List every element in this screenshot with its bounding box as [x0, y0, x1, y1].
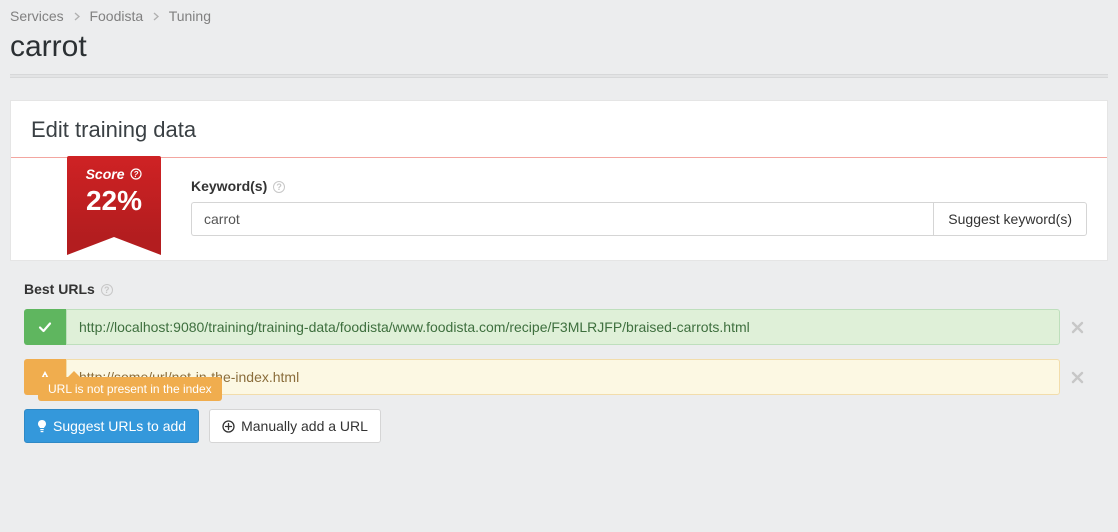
- button-label: Suggest URLs to add: [53, 418, 186, 434]
- breadcrumb-item-services[interactable]: Services: [10, 8, 64, 24]
- help-icon[interactable]: ?: [101, 284, 113, 296]
- score-ribbon: Score ? 22%: [67, 156, 161, 237]
- remove-url-button[interactable]: [1060, 309, 1094, 345]
- chevron-right-icon: [153, 12, 159, 21]
- chevron-right-icon: [74, 12, 80, 21]
- label-text: Keyword(s): [191, 178, 267, 194]
- help-icon[interactable]: ?: [273, 181, 285, 193]
- divider: [10, 74, 1108, 78]
- panel-edit-training-data: Edit training data Score ? 22% Keyword(s…: [10, 100, 1108, 261]
- suggest-keywords-button[interactable]: Suggest keyword(s): [933, 202, 1087, 236]
- score-value: 22%: [67, 186, 161, 217]
- status-ok-badge: [24, 309, 66, 345]
- panel-title: Edit training data: [11, 101, 1107, 158]
- help-icon[interactable]: ?: [130, 168, 142, 180]
- breadcrumb-item-foodista[interactable]: Foodista: [89, 8, 143, 24]
- url-row: [24, 309, 1094, 345]
- warning-tooltip: URL is not present in the index: [38, 377, 222, 401]
- button-label: Manually add a URL: [241, 418, 368, 434]
- lightbulb-icon: [37, 419, 47, 433]
- manually-add-url-button[interactable]: Manually add a URL: [209, 409, 381, 443]
- check-icon: [37, 319, 53, 335]
- keywords-label: Keyword(s) ?: [191, 178, 1087, 194]
- suggest-urls-button[interactable]: Suggest URLs to add: [24, 409, 199, 443]
- breadcrumb: Services Foodista Tuning: [10, 8, 1108, 30]
- url-input[interactable]: [66, 309, 1060, 345]
- keywords-input[interactable]: [191, 202, 933, 236]
- svg-text:?: ?: [134, 170, 139, 179]
- breadcrumb-item-tuning: Tuning: [169, 8, 211, 24]
- plus-circle-icon: [222, 420, 235, 433]
- page-title: carrot: [10, 30, 1108, 74]
- close-icon: [1071, 321, 1084, 334]
- close-icon: [1071, 371, 1084, 384]
- label-text: Best URLs: [24, 281, 95, 297]
- best-urls-label: Best URLs ?: [24, 281, 1094, 297]
- remove-url-button[interactable]: [1060, 359, 1094, 395]
- score-label: Score: [86, 166, 125, 182]
